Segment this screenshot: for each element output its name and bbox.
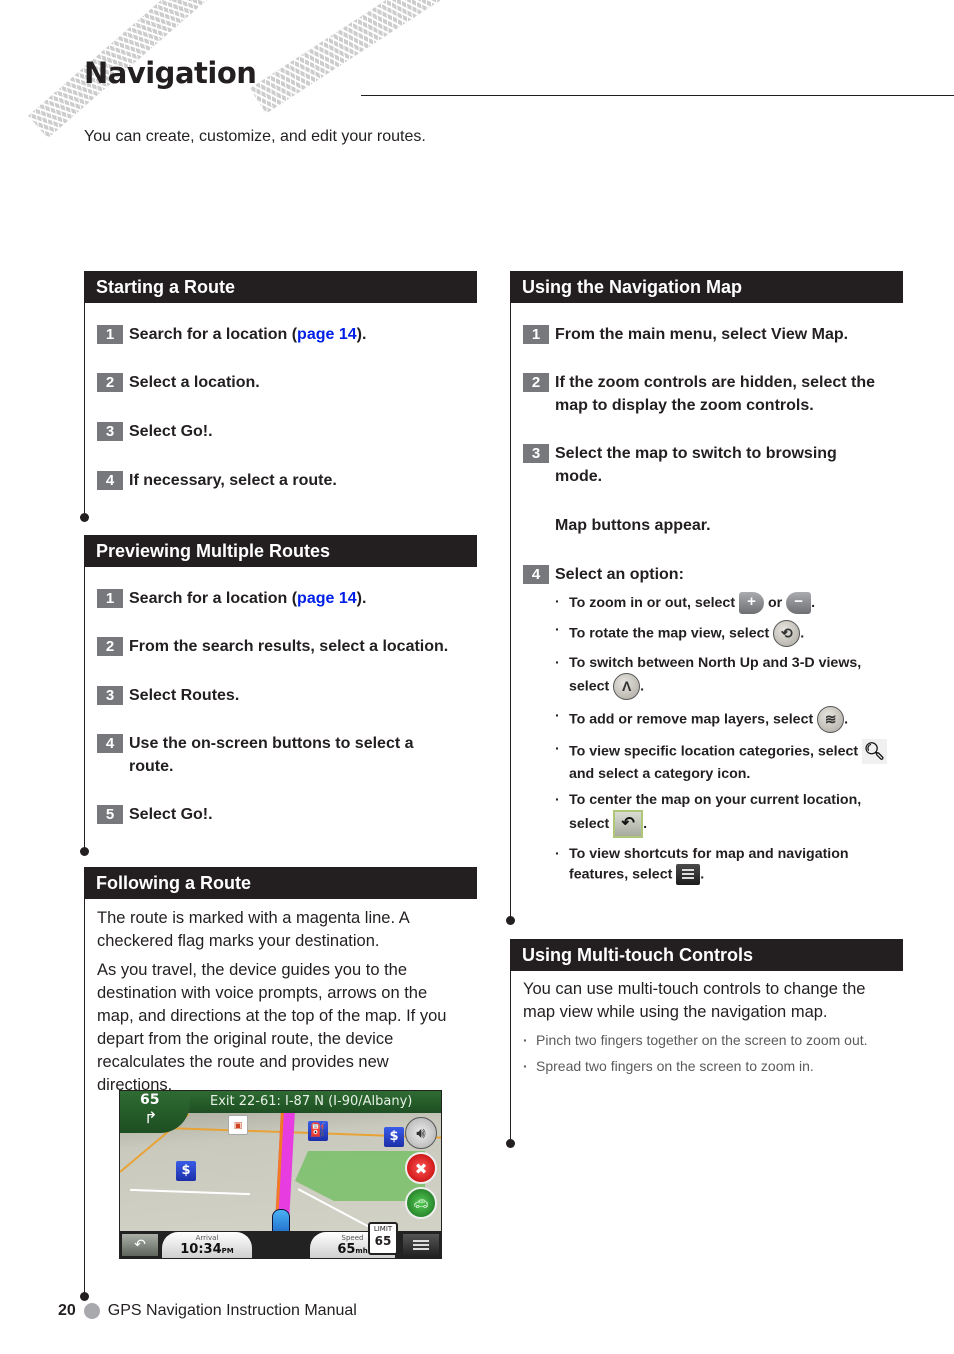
- north-up-icon[interactable]: Λ: [613, 673, 641, 700]
- section-multitouch: Using Multi-touch Controls You can use m…: [506, 939, 903, 1148]
- arrival-field[interactable]: Arrival 10:34PM: [162, 1232, 252, 1258]
- turn-speed: 65: [140, 1092, 160, 1108]
- zoom-out-icon[interactable]: −: [786, 592, 812, 614]
- volume-button[interactable]: 🔊︎: [405, 1117, 437, 1149]
- section-heading: Previewing Multiple Routes: [84, 535, 477, 567]
- section-end-dot: [80, 847, 89, 856]
- multitouch-list: Pinch two fingers together on the screen…: [511, 1030, 903, 1076]
- zoom-in-icon[interactable]: +: [739, 592, 764, 614]
- paragraph: The route is marked with a magenta line.…: [97, 909, 409, 950]
- stop-route-button[interactable]: ✖: [405, 1152, 437, 1184]
- map-layers-icon[interactable]: ≋: [817, 706, 845, 733]
- arrival-time: 10:34PM: [180, 1242, 234, 1257]
- step-item: 3 Select Routes.: [85, 684, 477, 707]
- step-number: 4: [97, 734, 123, 753]
- option-zoom: To zoom in or out, select + or −.: [555, 592, 903, 614]
- step-number: 3: [97, 686, 123, 705]
- section-heading: Using the Navigation Map: [510, 271, 903, 303]
- menu-icon[interactable]: [676, 864, 701, 885]
- page-title: Navigation: [84, 56, 257, 90]
- step-item: 5 Select Go!.: [85, 803, 477, 826]
- step-item: 2 From the search results, select a loca…: [85, 635, 477, 658]
- turn-arrow-icon: ↱: [144, 1108, 158, 1127]
- option-center: To center the map on your current locati…: [555, 790, 903, 838]
- back-button[interactable]: ↶: [122, 1234, 158, 1256]
- paragraph: You can use multi-touch controls to chan…: [523, 980, 866, 1021]
- page-intro: You can create, customize, and edit your…: [84, 128, 426, 145]
- list-item: Spread two fingers on the screen to zoom…: [523, 1056, 903, 1076]
- option-shortcuts: To view shortcuts for map and navigation…: [555, 844, 903, 885]
- step-number: 2: [97, 373, 123, 392]
- restaurant-pin-icon[interactable]: ▣: [228, 1115, 248, 1135]
- step-item: 1 Search for a location (page 14).: [85, 323, 477, 346]
- option-rotate: To rotate the map view, select ⟲.: [555, 620, 903, 647]
- bank-pin-icon[interactable]: $: [384, 1127, 404, 1147]
- search-icon[interactable]: 🔍︎: [862, 739, 888, 764]
- step-number: 1: [523, 325, 549, 344]
- option-categories: To view specific location categories, se…: [555, 739, 903, 784]
- section-end-dot: [506, 916, 515, 925]
- option-north-up: To switch between North Up and 3-D views…: [555, 653, 903, 700]
- step-number: 2: [523, 373, 549, 392]
- back-arrow-icon[interactable]: ↶: [613, 810, 644, 838]
- bank-pin-icon[interactable]: $: [176, 1161, 196, 1181]
- list-item: Pinch two fingers together on the screen…: [523, 1030, 903, 1050]
- section-heading: Starting a Route: [84, 271, 477, 303]
- step-item: 3 Select the map to switch to browsing m…: [511, 442, 903, 488]
- map-park-area: [295, 1151, 425, 1201]
- step-item: 2 Select a location.: [85, 371, 477, 394]
- step-number: 3: [97, 422, 123, 441]
- map-road: [130, 1188, 250, 1196]
- section-end-dot: [80, 513, 89, 522]
- step-item: 1 Search for a location (page 14).: [85, 587, 477, 610]
- step-number: 5: [97, 805, 123, 824]
- section-starting-route: Starting a Route 1 Search for a location…: [80, 271, 477, 522]
- step-item: 2 If the zoom controls are hidden, selec…: [511, 371, 903, 417]
- section-navigation-map: Using the Navigation Map 1 From the main…: [506, 271, 903, 925]
- section-heading: Following a Route: [84, 867, 477, 899]
- step-number: 1: [97, 325, 123, 344]
- step-item: 1 From the main menu, select View Map.: [511, 323, 903, 346]
- step-number: 2: [97, 637, 123, 656]
- tire-tread-decoration: [249, 0, 476, 114]
- paragraph: As you travel, the device guides you to …: [97, 961, 447, 1094]
- option-list: To zoom in or out, select + or −. To rot…: [511, 592, 903, 885]
- option-layers: To add or remove map layers, select ≋.: [555, 706, 903, 733]
- step-number: 3: [523, 444, 549, 463]
- section-end-dot: [506, 1139, 515, 1148]
- step-item: 3 Select Go!.: [85, 420, 477, 443]
- navigation-map-screenshot: Exit 22-61: I-87 N (I-90/Albany) 65 ↱ ▣ …: [119, 1090, 442, 1259]
- step-item: 4 If necessary, select a route.: [85, 469, 477, 492]
- fuel-pin-icon[interactable]: ⛽: [308, 1121, 328, 1141]
- step-number: 4: [523, 565, 549, 584]
- speed-limit-sign: LIMIT 65: [368, 1222, 398, 1255]
- step-item: 4 Select an option:: [511, 563, 903, 586]
- rotate-map-icon[interactable]: ⟲: [773, 620, 801, 647]
- right-column: Using the Navigation Map 1 From the main…: [506, 271, 903, 1148]
- step-item: 4 Use the on-screen buttons to select a …: [85, 732, 477, 778]
- footer-circle-icon: [83, 1303, 100, 1319]
- step-note: Map buttons appear.: [555, 517, 711, 534]
- section-heading: Using Multi-touch Controls: [510, 939, 903, 971]
- traffic-button[interactable]: 🚗︎: [405, 1187, 437, 1219]
- manual-title: GPS Navigation Instruction Manual: [107, 1302, 357, 1319]
- menu-button[interactable]: [403, 1234, 439, 1256]
- map-bottom-bar: ↶ Arrival 10:34PM Speed 65mh LIMIT 65: [120, 1222, 441, 1258]
- step-number: 4: [97, 471, 123, 490]
- page-link[interactable]: page 14: [297, 590, 357, 607]
- step-number: 1: [97, 589, 123, 608]
- section-previewing-routes: Previewing Multiple Routes 1 Search for …: [80, 535, 477, 856]
- page-number: 20: [58, 1302, 76, 1319]
- section-end-dot: [80, 1292, 89, 1301]
- title-rule: [361, 95, 954, 96]
- page-link[interactable]: page 14: [297, 326, 357, 343]
- page-footer: 20 GPS Navigation Instruction Manual: [58, 1302, 357, 1320]
